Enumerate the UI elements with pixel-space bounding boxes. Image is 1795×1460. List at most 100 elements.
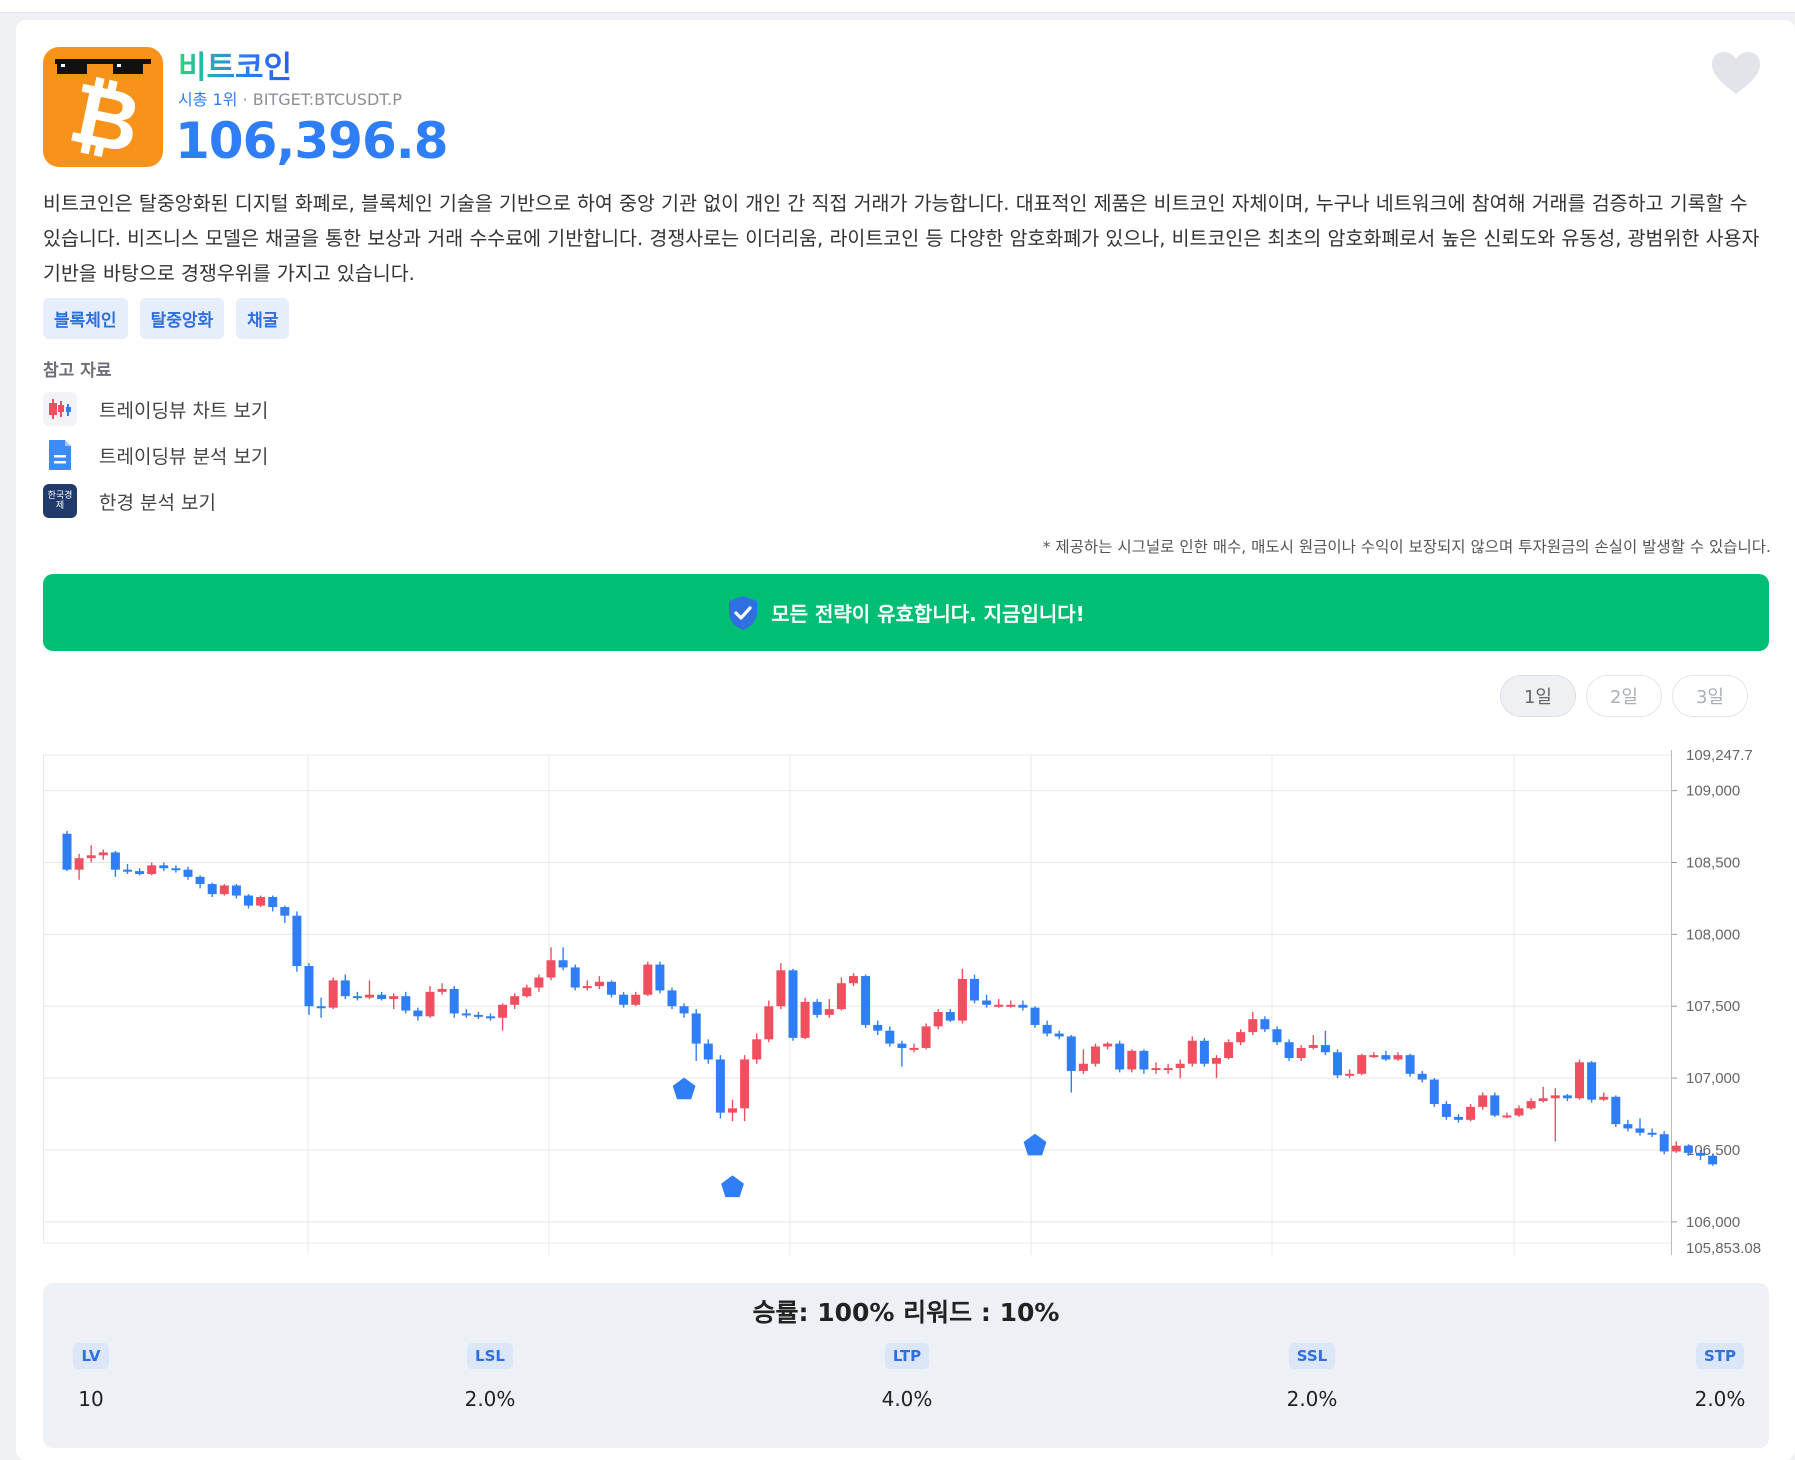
candle-body <box>219 885 229 895</box>
candle-body <box>195 876 205 885</box>
reference-label: 한경 분석 보기 <box>99 491 216 514</box>
candle-body <box>413 1010 423 1017</box>
stat-label: LV <box>73 1343 109 1369</box>
candle-body <box>619 994 629 1005</box>
candle-body <box>970 978 979 1001</box>
candle-body <box>534 977 544 988</box>
candle-body <box>691 1013 701 1044</box>
candle-body <box>1103 1043 1113 1047</box>
candle-body <box>1139 1050 1149 1070</box>
candle-body <box>207 884 217 895</box>
coin-logo: ₿ <box>43 47 163 167</box>
candle-body <box>171 868 181 871</box>
candle-body <box>1199 1040 1209 1064</box>
candle-body <box>1466 1106 1476 1120</box>
candle-body <box>1308 1045 1318 1048</box>
tag-decentralized[interactable]: 탈중앙화 <box>139 298 225 339</box>
candle-body <box>425 991 435 1017</box>
heart-icon[interactable] <box>1710 50 1762 96</box>
candle-body <box>1696 1152 1705 1156</box>
candle-body <box>1345 1073 1355 1076</box>
ticker: BITGET:BTCUSDT.P <box>252 90 402 109</box>
candle-body <box>703 1043 713 1060</box>
top-bar <box>0 0 1795 13</box>
candle-body <box>1320 1045 1330 1053</box>
price-chart[interactable]: 109,000108,500108,000107,500107,000106,5… <box>43 740 1795 1260</box>
candle-body <box>1417 1073 1427 1080</box>
stat-label: STP <box>1695 1343 1745 1369</box>
y-max-label: 109,247.7 <box>1686 747 1753 764</box>
candle-body <box>643 964 653 995</box>
coin-name: 비트코인 <box>178 42 292 87</box>
document-icon <box>43 438 77 472</box>
candle-body <box>728 1108 737 1113</box>
tag-mining[interactable]: 채굴 <box>236 298 290 339</box>
candle-body <box>546 960 556 978</box>
candle-body <box>292 915 302 966</box>
candle-body <box>1538 1098 1548 1102</box>
current-price: 106,396.8 <box>175 112 449 170</box>
candle-body <box>1163 1068 1173 1071</box>
tag-blockchain[interactable]: 블록체인 <box>43 298 128 339</box>
disclaimer: * 제공하는 시그널로 인한 매수, 매도시 원금이나 수익이 보장되지 않으며… <box>1042 538 1771 556</box>
candle-body <box>522 987 532 997</box>
candle-body <box>1405 1055 1415 1074</box>
candle-body <box>449 988 459 1014</box>
candle-body <box>776 970 786 1007</box>
candle-body <box>123 869 132 872</box>
candle-body <box>1236 1032 1246 1043</box>
stat-value: 2.0% <box>1694 1387 1746 1411</box>
candle-body <box>1127 1050 1137 1070</box>
period-2-day[interactable]: 2일 <box>1586 675 1662 717</box>
stat-label: LTP <box>884 1343 930 1369</box>
candle-body <box>1018 1004 1028 1008</box>
candle-body <box>764 1006 774 1040</box>
candle-body <box>1441 1103 1451 1117</box>
candle-body <box>1369 1055 1379 1058</box>
candle-body <box>365 994 374 998</box>
period-3-day[interactable]: 3일 <box>1672 675 1748 717</box>
candle-body <box>594 981 604 987</box>
reference-hankyung-analysis[interactable]: 한국경제 한경 분석 보기 <box>43 484 216 518</box>
candle-body <box>377 994 387 1000</box>
references-title: 참고 자료 <box>43 361 112 381</box>
candle-body <box>1284 1042 1294 1058</box>
candle-body <box>473 1014 483 1017</box>
candle-body <box>558 960 568 968</box>
candle-body <box>740 1059 750 1109</box>
candle-body <box>631 994 641 1005</box>
signal-marker <box>672 1077 696 1100</box>
reference-tradingview-analysis[interactable]: 트레이딩뷰 분석 보기 <box>43 438 268 472</box>
candle-body <box>1151 1068 1161 1071</box>
strategy-banner: 모든 전략이 유효합니다. 지금입니다! <box>43 574 1769 651</box>
candle-body <box>1454 1116 1463 1120</box>
candle-body <box>1260 1019 1270 1030</box>
candle-body <box>1224 1042 1234 1058</box>
candle-body <box>183 869 193 877</box>
reference-tradingview-chart[interactable]: 트레이딩뷰 차트 보기 <box>43 392 268 426</box>
shield-check-icon <box>729 595 758 630</box>
stat-value: 10 <box>78 1387 104 1411</box>
candle-body <box>340 980 350 997</box>
candle-body <box>1393 1055 1403 1060</box>
plot-frame <box>43 754 1672 1244</box>
tag-list: 블록체인 탈중앙화 채굴 <box>43 298 290 339</box>
candle-body <box>1429 1079 1439 1104</box>
period-1-day[interactable]: 1일 <box>1500 675 1576 717</box>
candle-body <box>1526 1101 1536 1109</box>
candle-body <box>389 996 399 1000</box>
coin-subtitle: 시총 1위 · BITGET:BTCUSDT.P <box>178 86 402 110</box>
candle-body <box>1091 1046 1100 1064</box>
candle-body <box>909 1047 919 1050</box>
candle-body <box>1078 1063 1088 1071</box>
candle-body <box>1478 1095 1488 1107</box>
candle-body <box>885 1030 895 1044</box>
candle-body <box>328 980 338 1008</box>
candle-body <box>812 1001 822 1015</box>
candle-body <box>1187 1040 1197 1064</box>
stat-lsl: LSL 2.0% <box>430 1343 550 1411</box>
y-tick-label: 107,000 <box>1686 1070 1740 1087</box>
candle-body <box>401 996 411 1011</box>
candle-body <box>1272 1029 1282 1043</box>
y-tick-label: 107,500 <box>1686 998 1740 1015</box>
